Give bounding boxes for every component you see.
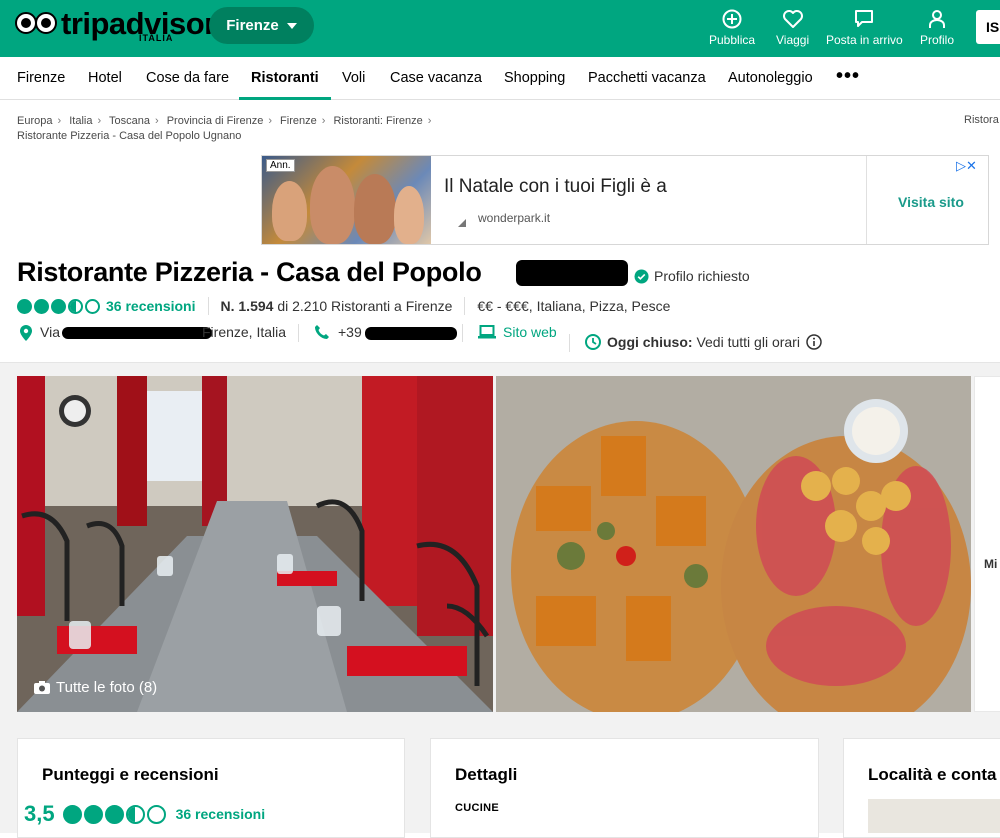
user-icon xyxy=(927,8,947,30)
subnav-firenze[interactable]: Firenze xyxy=(17,70,65,86)
subnav-cose-da-fare[interactable]: Cose da fare xyxy=(146,70,229,86)
claimed-badge: Profilo richiesto xyxy=(634,268,750,284)
ad-cta-button[interactable]: Visita sito xyxy=(898,194,964,210)
rating-row: 36 recensioni N. 1.594 di 2.210 Ristoran… xyxy=(17,297,670,315)
ranking-text: di 2.210 Ristoranti a Firenze xyxy=(277,298,453,314)
ratings-reviews-link[interactable]: 36 recensioni xyxy=(176,806,266,822)
map-pin-icon xyxy=(20,325,32,341)
verified-check-icon xyxy=(634,268,649,284)
ranking-number: N. 1.594 xyxy=(220,298,274,314)
message-icon xyxy=(854,8,874,30)
redaction-bar xyxy=(62,327,212,339)
website-link[interactable]: Sito web xyxy=(503,324,557,340)
top-action-label: Profilo xyxy=(920,33,955,47)
all-photos-button[interactable]: Tutte le foto (8) xyxy=(34,679,157,696)
ranking[interactable]: N. 1.594 di 2.210 Ristoranti a Firenze xyxy=(221,298,453,314)
address-prefix[interactable]: Via xyxy=(40,324,60,340)
subnav-hotel[interactable]: Hotel xyxy=(88,70,122,86)
subnav-pacchetti-vacanza[interactable]: Pacchetti vacanza xyxy=(588,70,706,86)
redaction-bar xyxy=(516,260,628,286)
chevron-right-icon: › xyxy=(154,115,159,127)
hours-status-bold: Oggi chiuso: xyxy=(607,334,693,350)
breadcrumb-link[interactable]: Toscana xyxy=(109,115,150,127)
active-tab-indicator xyxy=(239,97,331,100)
breadcrumb-link[interactable]: Firenze xyxy=(280,115,317,127)
top-action-label: Posta in arrivo xyxy=(826,33,903,47)
subnav-ristoranti[interactable]: Ristoranti xyxy=(251,70,319,86)
subnav-autonoleggio[interactable]: Autonoleggio xyxy=(728,70,813,86)
geo-selector-button[interactable]: Firenze xyxy=(209,7,314,44)
side-panel-label: Mi xyxy=(984,557,998,571)
details-card: Dettagli CUCINE xyxy=(430,738,819,838)
secondary-nav: Firenze Hotel Cose da fare Ristoranti Vo… xyxy=(0,57,1000,100)
plus-circle-icon xyxy=(722,8,742,30)
map-side-panel[interactable]: Mi xyxy=(974,376,1000,712)
ad-banner[interactable]: Ann. Il Natale con i tuoi Figli è a wond… xyxy=(261,155,989,245)
chevron-down-icon xyxy=(286,22,297,29)
chevron-right-icon: › xyxy=(57,115,62,127)
top-action-label: Pubblica xyxy=(709,33,756,47)
subnav-case-vacanza[interactable]: Case vacanza xyxy=(390,70,482,86)
ratings-card-title: Punteggi e recensioni xyxy=(42,765,219,784)
reviews-link[interactable]: 36 recensioni xyxy=(106,298,196,314)
top-action-pubblica[interactable]: Pubblica xyxy=(709,8,755,47)
brand-region: ITALIA xyxy=(139,33,174,43)
sign-in-button[interactable]: IS xyxy=(976,10,1000,44)
chevron-right-icon: › xyxy=(321,115,326,127)
phone-icon xyxy=(315,325,329,339)
breadcrumb-link[interactable]: Provincia di Firenze xyxy=(167,115,264,127)
ratings-summary: 3,5 36 recensioni xyxy=(24,801,265,827)
cuisine-tags[interactable]: €€ - €€€, Italiana, Pizza, Pesce xyxy=(477,298,670,314)
ratings-score: 3,5 xyxy=(24,801,55,826)
geo-label: Firenze xyxy=(226,17,279,34)
phone-prefix[interactable]: +39 xyxy=(338,324,362,340)
heart-icon xyxy=(782,8,804,30)
info-row: Via Firenze, Italia +39 Sito web xyxy=(17,324,617,352)
breadcrumb-link[interactable]: Italia xyxy=(69,115,92,127)
camera-icon xyxy=(34,681,50,694)
ad-badge: Ann. xyxy=(266,159,295,172)
breadcrumb-current: Ristorante Pizzeria - Casa del Popolo Ug… xyxy=(17,130,242,142)
laptop-icon xyxy=(478,325,496,339)
breadcrumb-right[interactable]: Ristora xyxy=(964,114,999,126)
food-platters-photo[interactable] xyxy=(496,376,971,712)
redaction-bar xyxy=(365,327,457,340)
chevron-right-icon: › xyxy=(427,115,432,127)
more-menu-icon[interactable]: ••• xyxy=(836,65,860,88)
clock-icon xyxy=(585,334,601,350)
address-city[interactable]: Firenze, Italia xyxy=(202,324,286,340)
cuisines-heading: CUCINE xyxy=(455,802,499,814)
top-action-posta[interactable]: Posta in arrivo xyxy=(826,8,903,47)
top-action-label: Viaggi xyxy=(776,33,810,47)
chevron-right-icon: › xyxy=(97,115,102,127)
breadcrumb-link[interactable]: Ristoranti: Firenze xyxy=(333,115,422,127)
rating-bubbles xyxy=(17,298,100,314)
tripadvisor-logo[interactable]: tripadvisor® xyxy=(15,8,223,45)
subnav-shopping[interactable]: Shopping xyxy=(504,70,565,86)
breadcrumb-link[interactable]: Europa xyxy=(17,115,52,127)
page-title: Ristorante Pizzeria - Casa del Popolo xyxy=(17,257,482,287)
ad-headline[interactable]: Il Natale con i tuoi Figli è a xyxy=(444,176,667,198)
ad-choices-icon[interactable]: ▷✕ xyxy=(956,158,977,174)
map-thumbnail[interactable] xyxy=(868,799,1000,833)
owl-logo-icon xyxy=(15,12,59,36)
location-card-title: Località e conta xyxy=(868,765,997,784)
ad-photo: Ann. xyxy=(262,156,431,244)
top-action-profilo[interactable]: Profilo xyxy=(920,8,954,47)
top-action-viaggi[interactable]: Viaggi xyxy=(776,8,809,47)
rating-bubbles-large xyxy=(62,804,166,824)
all-photos-label: Tutte le foto (8) xyxy=(56,679,158,696)
top-bar: tripadvisor® ITALIA Firenze Pubblica Via… xyxy=(0,0,1000,57)
chevron-right-icon: › xyxy=(268,115,272,127)
info-icon[interactable] xyxy=(806,334,822,350)
details-card-title: Dettagli xyxy=(455,765,518,784)
ad-arrow-icon xyxy=(458,219,466,227)
claimed-label: Profilo richiesto xyxy=(654,268,750,284)
hours-status[interactable]: Oggi chiuso: Vedi tutti gli orari xyxy=(585,334,822,350)
hours-link[interactable]: Vedi tutti gli orari xyxy=(696,334,800,350)
dining-room-photo[interactable] xyxy=(17,376,493,712)
breadcrumb: Europa › Italia › Toscana › Provincia di Fi… xyxy=(17,114,436,144)
ad-domain: wonderpark.it xyxy=(478,211,551,225)
subnav-voli[interactable]: Voli xyxy=(342,70,365,86)
